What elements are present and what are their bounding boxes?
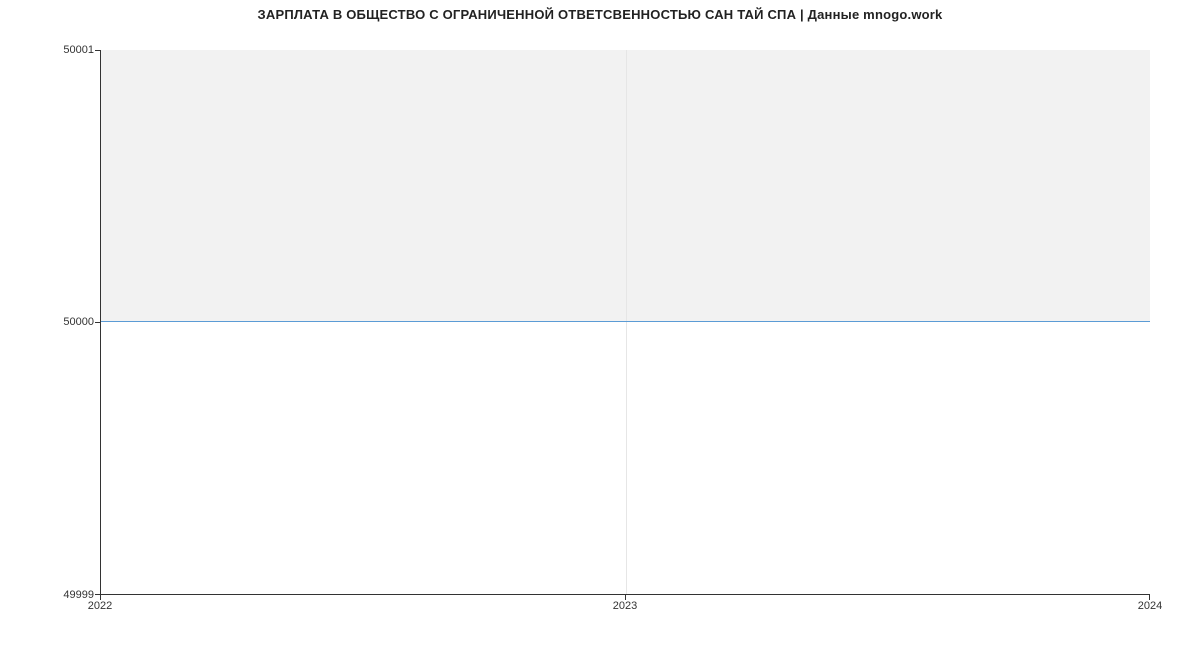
chart-title: ЗАРПЛАТА В ОБЩЕСТВО С ОГРАНИЧЕННОЙ ОТВЕТ… xyxy=(0,0,1200,22)
x-tick-label: 2024 xyxy=(1138,600,1162,612)
line-series xyxy=(101,321,1150,322)
chart-container: ЗАРПЛАТА В ОБЩЕСТВО С ОГРАНИЧЕННОЙ ОТВЕТ… xyxy=(0,0,1200,650)
x-tick-mark xyxy=(100,595,101,600)
x-tick-label: 2022 xyxy=(88,600,112,612)
y-tick-label: 50000 xyxy=(63,316,94,328)
x-tick-mark xyxy=(1149,595,1150,600)
plot-area xyxy=(100,50,1150,595)
x-tick-mark xyxy=(625,595,626,600)
x-gridline xyxy=(626,50,627,594)
x-tick-label: 2023 xyxy=(613,600,637,612)
y-tick-label: 50001 xyxy=(63,44,94,56)
